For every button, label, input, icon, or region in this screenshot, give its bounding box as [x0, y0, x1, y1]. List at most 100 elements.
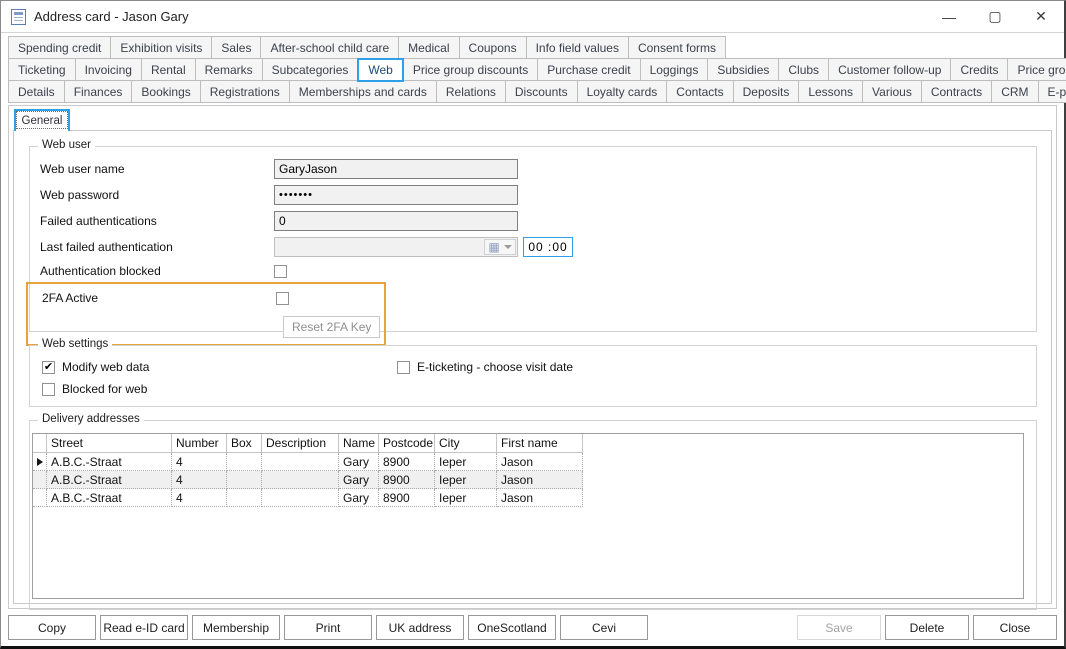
uk-address-button[interactable]: UK address	[376, 615, 464, 640]
cell-postcode[interactable]: 8900	[379, 453, 435, 471]
table-row[interactable]: A.B.C.-Straat 4 Gary 8900 Ieper Jason	[33, 453, 583, 471]
cell-description[interactable]	[262, 453, 339, 471]
tab-contacts[interactable]: Contacts	[666, 80, 733, 103]
cell-number[interactable]: 4	[172, 453, 227, 471]
reset-2fa-key-button[interactable]: Reset 2FA Key	[283, 316, 380, 338]
tab-exhibition-visits[interactable]: Exhibition visits	[110, 36, 212, 59]
cell-box[interactable]	[227, 471, 262, 489]
failed-authentications-row: Failed authentications 0	[30, 208, 1036, 234]
cell-description[interactable]	[262, 471, 339, 489]
cell-street[interactable]: A.B.C.-Straat	[47, 489, 172, 507]
tab-consent-forms[interactable]: Consent forms	[628, 36, 726, 59]
tab-purchase-credit[interactable]: Purchase credit	[537, 58, 640, 81]
tab-contracts[interactable]: Contracts	[921, 80, 992, 103]
maximize-icon[interactable]: ▢	[972, 1, 1018, 32]
web-password-input[interactable]: •••••••	[274, 185, 518, 205]
col-box[interactable]: Box	[227, 434, 262, 453]
tab-memberships-and-cards[interactable]: Memberships and cards	[289, 80, 437, 103]
tab-after-school-child-care[interactable]: After-school child care	[260, 36, 399, 59]
tab-finances[interactable]: Finances	[64, 80, 133, 103]
tab-e-purse[interactable]: E-purse	[1038, 80, 1066, 103]
tab-loggings[interactable]: Loggings	[640, 58, 709, 81]
eticketing-checkbox[interactable]	[397, 361, 410, 374]
delivery-addresses-table[interactable]: Street Number Box Description Name Postc…	[32, 433, 1024, 599]
last-failed-date-input[interactable]: ▦	[274, 237, 518, 257]
tfa-active-checkbox[interactable]	[276, 292, 289, 305]
read-eid-card-button[interactable]: Read e-ID card	[100, 615, 188, 640]
tab-subsidies[interactable]: Subsidies	[707, 58, 779, 81]
blocked-for-web-checkbox[interactable]	[42, 383, 55, 396]
membership-button[interactable]: Membership	[192, 615, 280, 640]
delete-button[interactable]: Delete	[885, 615, 969, 640]
tab-web-active[interactable]: Web	[357, 58, 403, 82]
cell-description[interactable]	[262, 489, 339, 507]
cell-first-name[interactable]: Jason	[497, 489, 583, 507]
tab-price-groups[interactable]: Price groups	[1007, 58, 1066, 81]
cell-first-name[interactable]: Jason	[497, 453, 583, 471]
tab-spending-credit[interactable]: Spending credit	[8, 36, 111, 59]
minimize-icon[interactable]: —	[926, 1, 972, 32]
copy-button[interactable]: Copy	[8, 615, 96, 640]
tab-deposits[interactable]: Deposits	[733, 80, 800, 103]
calendar-dropdown-button[interactable]: ▦	[484, 239, 516, 255]
tab-discounts[interactable]: Discounts	[505, 80, 578, 103]
cell-box[interactable]	[227, 489, 262, 507]
cell-postcode[interactable]: 8900	[379, 489, 435, 507]
close-button[interactable]: Close	[973, 615, 1057, 640]
last-failed-time-input[interactable]: 00 :00	[523, 237, 573, 257]
tab-details[interactable]: Details	[8, 80, 65, 103]
tab-medical[interactable]: Medical	[398, 36, 459, 59]
tab-bookings[interactable]: Bookings	[131, 80, 200, 103]
col-postcode[interactable]: Postcode	[379, 434, 435, 453]
tab-coupons[interactable]: Coupons	[459, 36, 527, 59]
cell-number[interactable]: 4	[172, 489, 227, 507]
cell-first-name[interactable]: Jason	[497, 471, 583, 489]
save-button[interactable]: Save	[797, 615, 881, 640]
tab-rental[interactable]: Rental	[141, 58, 196, 81]
cell-postcode[interactable]: 8900	[379, 471, 435, 489]
tab-relations[interactable]: Relations	[436, 80, 506, 103]
tab-invoicing[interactable]: Invoicing	[75, 58, 142, 81]
col-street[interactable]: Street	[47, 434, 172, 453]
cell-box[interactable]	[227, 453, 262, 471]
cell-city[interactable]: Ieper	[435, 489, 497, 507]
web-user-name-input[interactable]: GaryJason	[274, 159, 518, 179]
tab-credits[interactable]: Credits	[950, 58, 1008, 81]
col-number[interactable]: Number	[172, 434, 227, 453]
tab-sales[interactable]: Sales	[211, 36, 261, 59]
col-name[interactable]: Name	[339, 434, 379, 453]
tab-loyalty-cards[interactable]: Loyalty cards	[577, 80, 668, 103]
cell-city[interactable]: Ieper	[435, 453, 497, 471]
table-row[interactable]: A.B.C.-Straat 4 Gary 8900 Ieper Jason	[33, 489, 583, 507]
tab-customer-follow-up[interactable]: Customer follow-up	[828, 58, 951, 81]
tab-clubs[interactable]: Clubs	[778, 58, 829, 81]
tab-crm[interactable]: CRM	[991, 80, 1038, 103]
tab-registrations[interactable]: Registrations	[200, 80, 290, 103]
col-description[interactable]: Description	[262, 434, 339, 453]
onescotland-button[interactable]: OneScotland	[468, 615, 556, 640]
tab-subcategories[interactable]: Subcategories	[262, 58, 359, 81]
cell-street[interactable]: A.B.C.-Straat	[47, 471, 172, 489]
cell-city[interactable]: Ieper	[435, 471, 497, 489]
modify-web-data-checkbox[interactable]	[42, 361, 55, 374]
cell-name[interactable]: Gary	[339, 489, 379, 507]
tab-general[interactable]: General	[14, 109, 70, 131]
table-row[interactable]: A.B.C.-Straat 4 Gary 8900 Ieper Jason	[33, 471, 583, 489]
cell-name[interactable]: Gary	[339, 471, 379, 489]
print-button[interactable]: Print	[284, 615, 372, 640]
authentication-blocked-checkbox[interactable]	[274, 265, 287, 278]
failed-authentications-input[interactable]: 0	[274, 211, 518, 231]
col-city[interactable]: City	[435, 434, 497, 453]
tab-price-group-discounts[interactable]: Price group discounts	[403, 58, 538, 81]
tab-ticketing[interactable]: Ticketing	[8, 58, 76, 81]
cell-number[interactable]: 4	[172, 471, 227, 489]
close-icon[interactable]: ✕	[1018, 1, 1064, 32]
tab-various[interactable]: Various	[862, 80, 922, 103]
cell-name[interactable]: Gary	[339, 453, 379, 471]
tab-info-field-values[interactable]: Info field values	[526, 36, 629, 59]
col-first-name[interactable]: First name	[497, 434, 583, 453]
cell-street[interactable]: A.B.C.-Straat	[47, 453, 172, 471]
tab-lessons[interactable]: Lessons	[798, 80, 863, 103]
tab-remarks[interactable]: Remarks	[195, 58, 263, 81]
cevi-button[interactable]: Cevi	[560, 615, 648, 640]
